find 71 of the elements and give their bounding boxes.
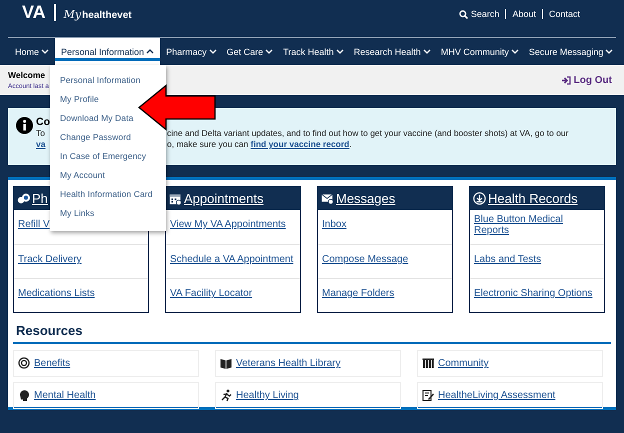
envelope-icon: [321, 192, 334, 204]
head-icon: [18, 389, 30, 402]
menu-item[interactable]: In Case of Emergency: [60, 147, 146, 166]
header-link[interactable]: About: [505, 9, 542, 19]
alert-title: Co: [36, 116, 50, 128]
menu-item[interactable]: My Links: [60, 204, 94, 223]
caret-icon: [265, 48, 274, 55]
card-title-link[interactable]: Appointments: [184, 190, 264, 206]
brand-logo[interactable]: Myhealthevet: [64, 4, 132, 21]
search-icon: [458, 10, 468, 18]
nav-menu-item[interactable]: Secure Messaging: [524, 38, 618, 65]
resource-link[interactable]: Mental Health: [34, 390, 96, 401]
card-link[interactable]: Electronic Sharing Options: [474, 288, 592, 299]
resource-link[interactable]: HealtheLiving Assessment: [438, 390, 556, 401]
caret-icon: [41, 48, 50, 55]
logout-icon: [560, 76, 571, 84]
alert-text: cine and Delta variant updates, and to find out how to get your vaccine (and booster shots) at VA, go to our: [167, 128, 568, 139]
alert-text: o, make sure you can find your vaccine record.: [167, 139, 353, 150]
card-title-link[interactable]: Messages: [336, 190, 396, 206]
card-link[interactable]: Compose Message: [322, 254, 408, 265]
note-pencil-icon: [422, 389, 434, 402]
resource-link[interactable]: Healthy Living: [236, 390, 299, 401]
va-logo[interactable]: VA: [22, 4, 56, 21]
nav-menu-item[interactable]: Home: [11, 38, 54, 65]
nav-menu-item[interactable]: Get Care: [222, 38, 278, 65]
nav-menu-item[interactable]: Personal Information: [55, 38, 160, 65]
menu-item[interactable]: Personal Information: [60, 71, 140, 90]
card-title-link[interactable]: Health Records: [488, 190, 578, 206]
menu-item[interactable]: Download My Data: [60, 109, 134, 128]
alert-text: To: [36, 128, 45, 139]
welcome-text: Welcome: [8, 70, 46, 80]
resources-heading: Resources: [13, 323, 611, 344]
caret-icon: [510, 48, 519, 55]
nav-menu-item[interactable]: MHV Community: [436, 38, 523, 65]
search-link[interactable]: Search: [452, 9, 506, 19]
vaccine-record-link[interactable]: find your vaccine record: [250, 139, 350, 149]
card-link[interactable]: Schedule a VA Appointment: [170, 254, 294, 265]
nav-menu-item[interactable]: Research Health: [350, 38, 435, 65]
caret-icon: [336, 48, 344, 55]
card-link[interactable]: Track Delivery: [18, 254, 82, 265]
book-icon: [220, 357, 232, 370]
caret-icon: [208, 48, 217, 55]
caret-icon: [605, 48, 614, 55]
target-icon: [18, 357, 30, 370]
card-link[interactable]: Inbox: [322, 219, 346, 230]
logout-link[interactable]: Log Out: [560, 74, 612, 86]
menu-item[interactable]: Health Information Card: [60, 185, 153, 204]
caret-icon: [422, 48, 431, 55]
card-link[interactable]: View My VA Appointments: [170, 219, 286, 230]
calendar-icon: [169, 192, 182, 204]
nav-menu-item[interactable]: Pharmacy: [162, 38, 221, 65]
resource-link[interactable]: Benefits: [34, 358, 70, 369]
header-link[interactable]: Contact: [542, 9, 586, 19]
download-icon: [473, 192, 486, 204]
vaccine-link[interactable]: va: [36, 139, 46, 150]
resource-link[interactable]: Veterans Health Library: [236, 358, 341, 369]
card-link[interactable]: Blue Button Medical Reports: [474, 214, 600, 236]
resource-link[interactable]: Community: [438, 358, 489, 369]
info-icon: [16, 117, 33, 134]
menu-item[interactable]: My Profile: [60, 90, 99, 109]
card-link[interactable]: VA Facility Locator: [170, 288, 252, 299]
card-link[interactable]: Refill V: [18, 219, 50, 230]
card-link[interactable]: Manage Folders: [322, 288, 394, 299]
menu-item[interactable]: My Account: [60, 166, 105, 185]
caret-icon: [146, 48, 154, 55]
card-link[interactable]: Labs and Tests: [474, 254, 542, 265]
runner-icon: [220, 389, 232, 402]
card-link[interactable]: Medications Lists: [18, 288, 95, 299]
card-title-link[interactable]: Ph: [32, 190, 48, 206]
menu-item[interactable]: Change Password: [60, 128, 131, 147]
nav-menu-item[interactable]: Track Health: [279, 38, 348, 65]
